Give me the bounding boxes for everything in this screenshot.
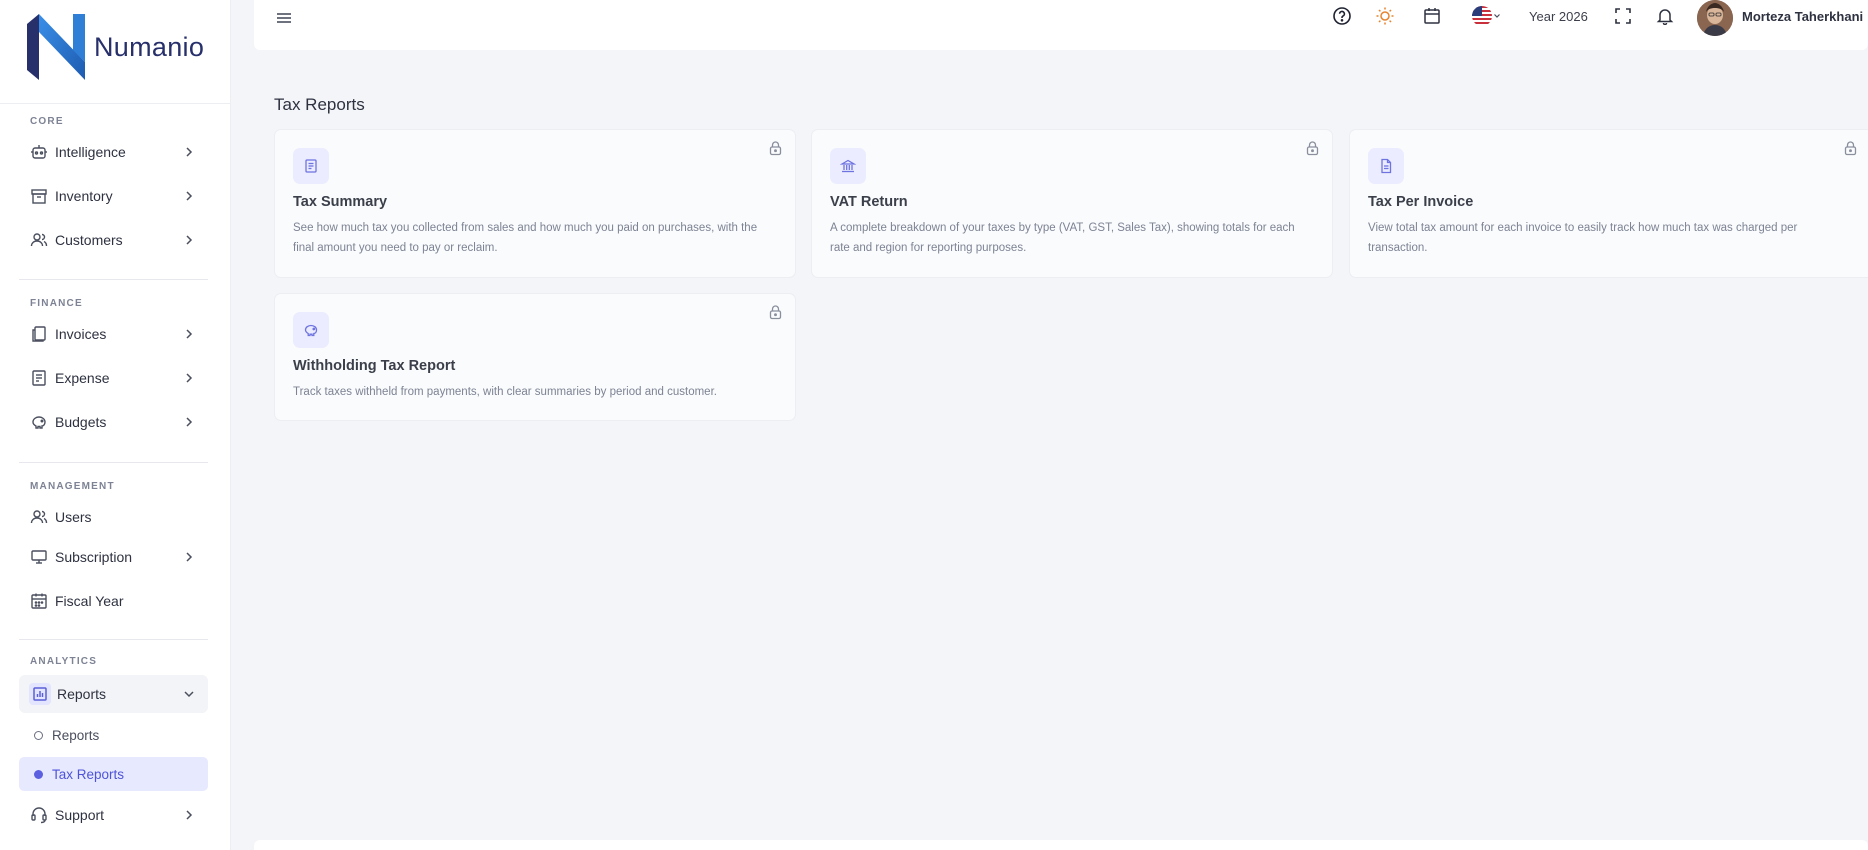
invoice-icon [29,324,49,344]
receipt-icon [29,368,49,388]
archive-icon [29,186,49,206]
sidebar-item-label: Invoices [55,326,107,342]
document-icon [1368,148,1404,184]
topbar: Year 2026 Morteza Taherkhani [254,0,1868,50]
sidebar-item-label: Customers [55,232,123,248]
bullet-icon [34,769,43,779]
chevron-right-icon [186,191,193,201]
chevron-right-icon [186,417,193,427]
help-icon[interactable] [1331,5,1353,27]
sidebar-item-expense[interactable]: Expense [19,359,208,397]
calendar-icon [29,591,49,611]
sidebar-item-budgets[interactable]: Budgets [19,403,208,441]
card-description: See how much tax you collected from sale… [293,222,758,254]
menu-icon[interactable] [275,9,293,27]
report-card-tax-summary[interactable]: Tax Summary See how much tax you collect… [274,129,796,278]
sidebar-item-label: Intelligence [55,144,126,160]
receipt-icon [293,148,329,184]
section-title-analytics: ANALYTICS [30,656,98,667]
sidebar-item-intelligence[interactable]: Intelligence [19,133,208,171]
lock-icon [1844,141,1857,156]
user-photo [1697,0,1733,36]
sidebar-item-label: Subscription [55,549,133,565]
footer [254,840,1868,850]
year-selector[interactable]: Year 2026 [1529,9,1588,24]
chevron-down-icon [184,691,194,698]
card-description: View total tax amount for each invoice t… [1368,222,1798,254]
report-card-tax-per-invoice[interactable]: Tax Per Invoice View total tax amount fo… [1349,129,1868,278]
sidebar-item-customers[interactable]: Customers [19,221,208,259]
sidebar-item-label: Users [55,509,92,525]
sidebar-subitem-tax-reports[interactable]: Tax Reports [19,757,208,791]
sidebar-item-label: Fiscal Year [55,593,124,609]
robot-icon [29,142,49,162]
fullscreen-icon[interactable] [1612,5,1634,27]
sidebar-item-label: Reports [57,686,107,702]
sidebar-item-label: Inventory [55,188,113,204]
divider [0,103,231,104]
bullet-icon [34,730,43,740]
sidebar-item-support[interactable]: Support [19,796,208,834]
sidebar-item-inventory[interactable]: Inventory [19,177,208,215]
section-divider [19,279,208,280]
bar-chart-icon [29,683,51,705]
card-description: A complete breakdown of your taxes by ty… [830,222,1295,254]
chevron-right-icon [186,329,193,339]
headset-icon [29,805,49,825]
sidebar-subitem-label: Reports [52,727,100,743]
lock-icon [1306,141,1319,156]
chevron-right-icon [186,373,193,383]
card-description: Track taxes withheld from payments, with… [293,386,717,398]
report-card-withholding-tax[interactable]: Withholding Tax Report Track taxes withh… [274,293,796,421]
sidebar-item-reports[interactable]: Reports [19,675,208,713]
brand-logo[interactable]: Numanio [27,14,207,80]
sidebar-subitem-label: Tax Reports [52,766,125,782]
sidebar-item-invoices[interactable]: Invoices [19,315,208,353]
page-title: Tax Reports [274,95,365,114]
sidebar-item-fiscal-year[interactable]: Fiscal Year [19,582,208,620]
us-flag-icon [1472,6,1492,26]
card-title: VAT Return [830,194,908,210]
user-name[interactable]: Morteza Taherkhani [1742,9,1863,24]
section-title-management: MANAGEMENT [30,481,115,492]
sidebar-item-label: Support [55,807,105,823]
bell-icon[interactable] [1654,5,1676,27]
users-icon [29,230,49,250]
report-card-vat-return[interactable]: VAT Return A complete breakdown of your … [811,129,1333,278]
chevron-down-icon [1494,14,1500,18]
sidebar-item-label: Expense [55,370,110,386]
avatar[interactable] [1697,0,1733,36]
sun-icon[interactable] [1374,5,1396,27]
section-divider [19,639,208,640]
piggy-bank-icon [293,312,329,348]
bank-icon [830,148,866,184]
section-divider [19,462,208,463]
piggy-bank-icon [29,412,49,432]
section-title-core: CORE [30,116,64,127]
chevron-right-icon [186,235,193,245]
sidebar-subitem-reports[interactable]: Reports [19,718,208,752]
users-icon [29,507,49,527]
chevron-right-icon [186,810,193,820]
brand-name: Numanio [94,31,205,62]
card-title: Tax Summary [293,194,388,210]
lock-icon [769,305,782,320]
numanio-logo-icon [27,14,85,80]
chevron-right-icon [186,552,193,562]
chevron-right-icon [186,147,193,157]
language-selector[interactable] [1469,5,1503,27]
section-title-finance: FINANCE [30,298,83,309]
monitor-icon [29,547,49,567]
card-title: Withholding Tax Report [293,358,456,374]
lock-icon [769,141,782,156]
sidebar-item-subscription[interactable]: Subscription [19,538,208,576]
sidebar-item-label: Budgets [55,414,107,430]
sidebar: Numanio CORE Intelligence Inventory Cust… [0,0,231,850]
sidebar-item-users[interactable]: Users [19,498,208,536]
calendar-icon[interactable] [1421,5,1443,27]
card-title: Tax Per Invoice [1368,194,1474,210]
